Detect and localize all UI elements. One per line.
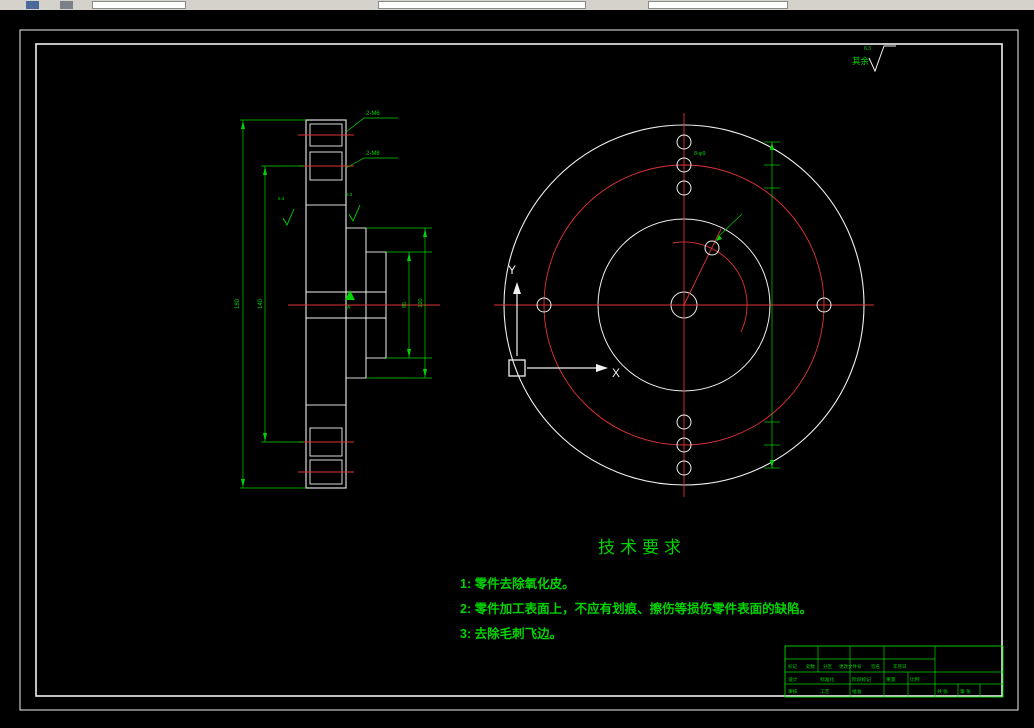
surface-finish-value-2: 6.3 bbox=[346, 192, 353, 197]
tb-stage-mark: 阶段标记 bbox=[852, 676, 871, 683]
tb-weight: 重量 bbox=[886, 676, 896, 683]
tb-process: 工艺 bbox=[820, 689, 830, 695]
toolbar-button-icon[interactable] bbox=[60, 1, 73, 9]
datum-label: A bbox=[347, 305, 351, 311]
dim-bolt-circle: 140 bbox=[258, 298, 264, 309]
tb-mark: 标记 bbox=[788, 663, 797, 670]
tech-requirement-item-3: 3: 去除毛刺飞边。 bbox=[460, 626, 562, 641]
surface-finish-note: 其余 6.3 bbox=[852, 45, 896, 73]
section-view-dimensions: 180 140 95 120 2-M6 2-M8 6.3 6.3 A bbox=[235, 111, 432, 489]
cad-application-window: 180 140 95 120 2-M6 2-M8 6.3 6.3 A 8-φ9 … bbox=[0, 0, 1034, 728]
dim-outer-diameter: 180 bbox=[235, 298, 241, 309]
top-toolbar-strip bbox=[0, 0, 1034, 10]
surface-finish-value-1: 6.3 bbox=[278, 196, 285, 201]
tech-requirements-title: 技术要求 bbox=[598, 538, 686, 557]
surface-finish-icon bbox=[348, 204, 361, 223]
app-icon[interactable] bbox=[26, 1, 39, 9]
surface-finish-icon bbox=[282, 208, 295, 227]
tb-design: 设计 bbox=[788, 676, 798, 683]
x-axis-arrow-icon bbox=[596, 364, 608, 372]
tech-requirements: 技术要求 1: 零件去除氧化皮。 2: 零件加工表面上，不应有划痕、擦伤等损伤零… bbox=[460, 538, 812, 641]
toolbar-dropdown-2[interactable] bbox=[648, 1, 788, 9]
holes-count-label: 8-φ9 bbox=[694, 151, 706, 157]
tb-zone: 分区 bbox=[823, 663, 832, 670]
tb-date: 年月日 bbox=[893, 663, 907, 670]
title-block: 标记 处数 分区 更改文件号 签名 年月日 设计 标准化 阶段标记 重量 比例 … bbox=[784, 645, 1004, 698]
tb-approve: 批准 bbox=[852, 688, 862, 695]
toolbar-input[interactable] bbox=[92, 1, 186, 9]
roughness-check-icon bbox=[868, 45, 896, 73]
tb-signature: 签名 bbox=[871, 663, 880, 670]
tech-requirement-item-1: 1: 零件去除氧化皮。 bbox=[460, 576, 575, 591]
tb-scale: 比例 bbox=[910, 676, 920, 683]
dim-hub-inner: 95 bbox=[402, 302, 408, 308]
tb-sheet-num: 第 张 bbox=[960, 688, 971, 695]
toolbar-dropdown-1[interactable] bbox=[378, 1, 586, 9]
y-axis-arrow-icon bbox=[513, 282, 521, 294]
tb-review: 审核 bbox=[788, 688, 798, 695]
surface-note-value: 6.3 bbox=[864, 46, 871, 52]
front-view bbox=[494, 113, 874, 497]
y-axis-label: Y bbox=[508, 263, 516, 277]
surface-note-label: 其余 bbox=[852, 56, 870, 66]
x-axis-label: X bbox=[612, 366, 620, 380]
dim-hub-outer: 120 bbox=[418, 298, 424, 307]
thread-leader-label-2: 2-M8 bbox=[366, 151, 380, 157]
cad-drawing: 180 140 95 120 2-M6 2-M8 6.3 6.3 A 8-φ9 … bbox=[19, 29, 1019, 711]
tb-standardize: 标准化 bbox=[820, 676, 835, 683]
tb-sheet-total: 共 张 bbox=[937, 688, 948, 695]
thread-leader-label-1: 2-M6 bbox=[366, 111, 380, 117]
tb-count: 处数 bbox=[806, 663, 815, 670]
tb-change-doc: 更改文件号 bbox=[839, 663, 862, 670]
ucs-axes: Y X bbox=[508, 263, 620, 380]
tech-requirement-item-2: 2: 零件加工表面上，不应有划痕、擦伤等损伤零件表面的缺陷。 bbox=[460, 601, 812, 616]
